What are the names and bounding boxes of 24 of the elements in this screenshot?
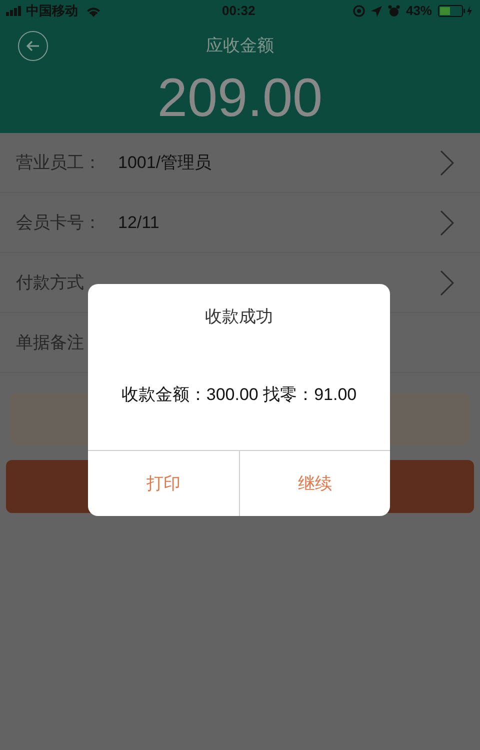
field-label: 营业员工： [16, 152, 102, 174]
dialog-button[interactable]: 继续 [238, 451, 390, 516]
field-label: 会员卡号： [16, 212, 102, 234]
carrier-name: 中国移动 [26, 2, 78, 20]
wifi-icon [86, 6, 101, 16]
battery-icon [438, 5, 474, 17]
amount-due: 209.00 [157, 70, 323, 126]
field-label: 单据备注 [16, 332, 85, 354]
back-button[interactable] [18, 31, 48, 61]
clock-time: 00:32 [222, 2, 256, 20]
dialog-title: 收款成功 [204, 306, 274, 328]
chevron-right-icon[interactable] [440, 150, 454, 176]
chevron-right-icon[interactable] [440, 210, 454, 236]
back-arrow-icon [26, 40, 40, 52]
signal-icon [6, 6, 24, 16]
battery-percent: 43% [406, 2, 432, 20]
dialog-message: 收款金额：300.00 找零：91.00 [120, 384, 358, 406]
dialog-button[interactable]: 打印 [88, 451, 238, 516]
field-value: 12/11 [118, 212, 160, 234]
location-arrow-icon [370, 6, 382, 16]
chevron-right-icon[interactable] [440, 270, 454, 296]
page-title: 应收金额 [206, 35, 274, 58]
field-label: 付款方式 [16, 272, 85, 294]
field-value: 1001/管理员 [118, 152, 212, 174]
